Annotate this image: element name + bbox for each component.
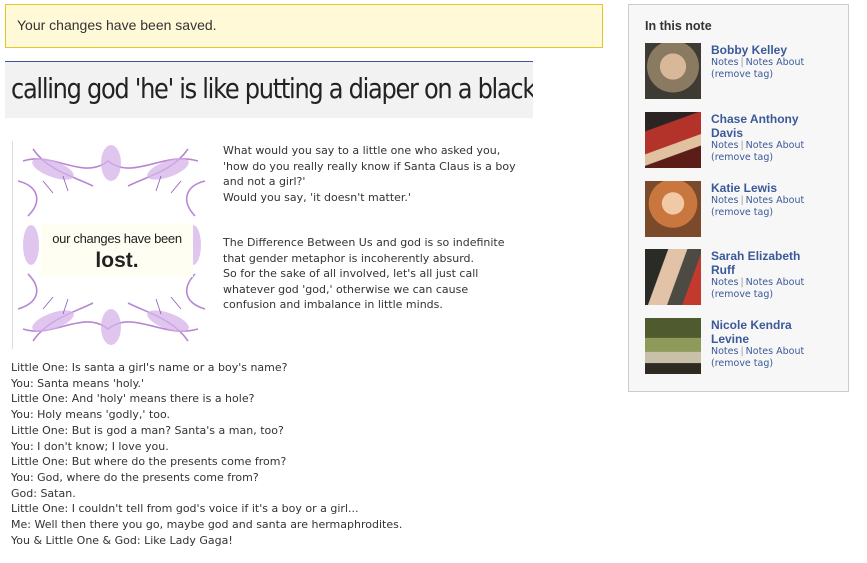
notice-text: Your changes have been saved. bbox=[17, 17, 217, 33]
notes-link[interactable]: Notes bbox=[711, 346, 738, 357]
dialog-line: You & Little One & God: Like Lady Gaga! bbox=[11, 533, 233, 547]
remove-tag-link[interactable]: (remove tag) bbox=[711, 207, 773, 218]
image-caption-line1: our changes have been bbox=[52, 231, 182, 246]
avatar[interactable] bbox=[645, 112, 701, 168]
dialog-line: Me: Well then there you go, maybe god an… bbox=[11, 518, 403, 532]
dialog-line: Little One: Is santa a girl's name or a … bbox=[11, 361, 288, 374]
avatar[interactable] bbox=[645, 318, 701, 374]
note-dialog: Little One: Is santa a girl's name or a … bbox=[11, 360, 571, 548]
link-separator: | bbox=[740, 57, 744, 68]
remove-tag-link[interactable]: (remove tag) bbox=[711, 289, 773, 300]
dialog-line: Little One: I couldn't tell from god's v… bbox=[11, 502, 359, 516]
dialog-line: Little One: And 'holy' means there is a … bbox=[11, 392, 255, 406]
image-caption-line2: lost. bbox=[95, 249, 139, 272]
dialog-line: You: God, where do the presents come fro… bbox=[11, 470, 259, 484]
sidebar-title: In this note bbox=[645, 19, 712, 33]
paragraph-line: What would you say to a little one who a… bbox=[223, 144, 501, 157]
notes-link[interactable]: Notes bbox=[711, 195, 738, 206]
paragraph-line: and not a girl?' bbox=[223, 175, 306, 188]
dialog-line: You: Holy means 'godly,' too. bbox=[11, 408, 171, 422]
note-image: our changes have been lost. bbox=[12, 141, 211, 349]
remove-tag-link[interactable]: (remove tag) bbox=[711, 69, 773, 80]
notes-about-link[interactable]: Notes About bbox=[746, 195, 805, 206]
note-title: calling god 'he' is like putting a diape… bbox=[11, 72, 533, 105]
notes-about-link[interactable]: Notes About bbox=[746, 140, 805, 151]
dialog-line: You: I don't know; I love you. bbox=[11, 439, 169, 453]
person-name-link[interactable]: Katie Lewis bbox=[711, 181, 841, 195]
notes-about-link[interactable]: Notes About bbox=[746, 57, 805, 68]
person-name-link[interactable]: Nicole Kendra bbox=[711, 318, 841, 332]
tagged-people-sidebar: In this note Bobby Kelley Notes | Notes Ab… bbox=[628, 4, 849, 392]
note-paragraph-1: What would you say to a little one who a… bbox=[223, 143, 523, 205]
save-confirmation-notice: Your changes have been saved. bbox=[5, 4, 603, 48]
image-caption: our changes have been lost. bbox=[41, 223, 193, 277]
dialog-line: God: Satan. bbox=[11, 486, 76, 500]
link-separator: | bbox=[740, 346, 744, 357]
notes-link[interactable]: Notes bbox=[711, 277, 738, 288]
link-separator: | bbox=[740, 140, 744, 151]
paragraph-line: confusion and imbalance in little minds. bbox=[223, 298, 443, 311]
paragraph-line: whatever god 'god,' otherwise we can cau… bbox=[223, 282, 469, 296]
link-separator: | bbox=[740, 195, 744, 206]
paragraph-line: Would you say, 'it doesn't matter.' bbox=[223, 190, 411, 204]
link-separator: | bbox=[740, 277, 744, 288]
remove-tag-link[interactable]: (remove tag) bbox=[711, 152, 773, 163]
paragraph-line: The Difference Between Us and god is so … bbox=[223, 236, 505, 249]
dialog-line: Little One: But where do the presents co… bbox=[11, 455, 287, 469]
notes-link[interactable]: Notes bbox=[711, 140, 738, 151]
paragraph-line: 'how do you really really know if Santa … bbox=[223, 159, 516, 173]
person-name-link[interactable]: Sarah Elizabeth bbox=[711, 249, 841, 263]
avatar[interactable] bbox=[645, 43, 701, 99]
notes-link[interactable]: Notes bbox=[711, 57, 738, 68]
paragraph-line: So for the sake of all involved, let's a… bbox=[223, 267, 479, 280]
note-paragraph-2: The Difference Between Us and god is so … bbox=[223, 235, 523, 313]
person-name-link[interactable]: Bobby Kelley bbox=[711, 43, 841, 57]
avatar[interactable] bbox=[645, 249, 701, 305]
person-name-link[interactable]: Chase Anthony bbox=[711, 112, 841, 126]
person-name-link-cont[interactable]: Levine bbox=[711, 332, 841, 346]
notes-about-link[interactable]: Notes About bbox=[746, 277, 805, 288]
dialog-line: You: Santa means 'holy.' bbox=[11, 376, 145, 390]
paragraph-line: that gender metaphor is incoherently abs… bbox=[223, 251, 475, 265]
remove-tag-link[interactable]: (remove tag) bbox=[711, 358, 773, 369]
note-title-banner: calling god 'he' is like putting a diape… bbox=[5, 61, 533, 118]
notes-about-link[interactable]: Notes About bbox=[746, 346, 805, 357]
person-name-link-cont[interactable]: Ruff bbox=[711, 263, 841, 277]
dialog-line: Little One: But is god a man? Santa's a … bbox=[11, 423, 284, 437]
avatar[interactable] bbox=[645, 181, 701, 237]
person-name-link-cont[interactable]: Davis bbox=[711, 126, 841, 140]
